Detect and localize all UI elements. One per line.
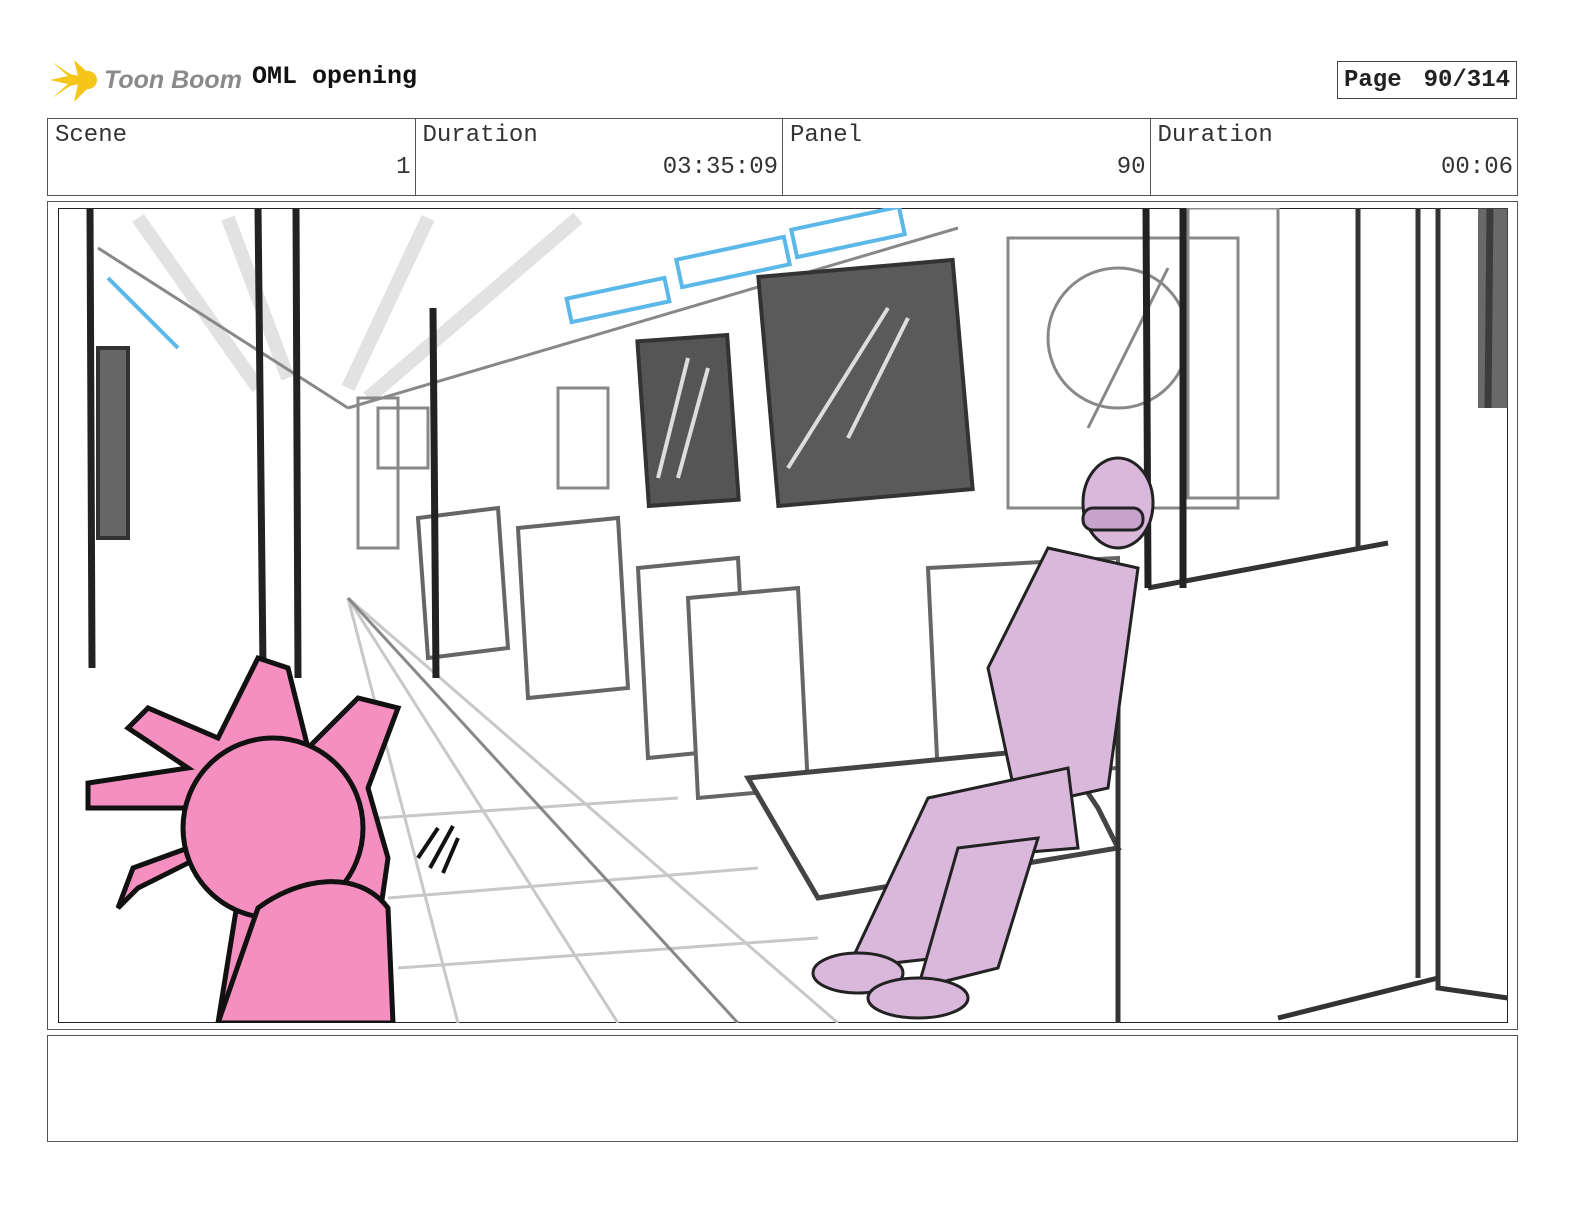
scene-value: 1	[396, 154, 411, 181]
toon-boom-logo: Toon Boom	[50, 56, 242, 104]
storyboard-panel	[47, 201, 1518, 1030]
page-value: 90/314	[1423, 66, 1510, 94]
panel-duration-value: 00:06	[1440, 154, 1513, 181]
starburst-icon	[50, 60, 98, 102]
panel-sketch-image	[58, 208, 1508, 1023]
scene-duration-cell: Duration 03:35:09	[416, 119, 783, 195]
panel-cell: Panel 90	[783, 119, 1151, 195]
scene-duration-value: 03:35:09	[662, 154, 778, 181]
panel-notes-box	[47, 1035, 1518, 1142]
logo-text: Toon Boom	[104, 65, 242, 94]
page-label: Page	[1344, 66, 1402, 94]
panel-value: 90	[1116, 154, 1146, 181]
panel-label: Panel	[790, 122, 863, 149]
scene-cell: Scene 1	[48, 119, 416, 195]
panel-duration-label: Duration	[1157, 122, 1273, 149]
scene-label: Scene	[55, 122, 128, 149]
page-indicator: Page 90/314	[1337, 61, 1517, 99]
panel-duration-cell: Duration 00:06	[1151, 119, 1518, 195]
scene-duration-label: Duration	[422, 122, 538, 149]
project-title: OML opening	[252, 62, 418, 91]
panel-info-table: Scene 1 Duration 03:35:09 Panel 90 Durat…	[47, 118, 1518, 196]
